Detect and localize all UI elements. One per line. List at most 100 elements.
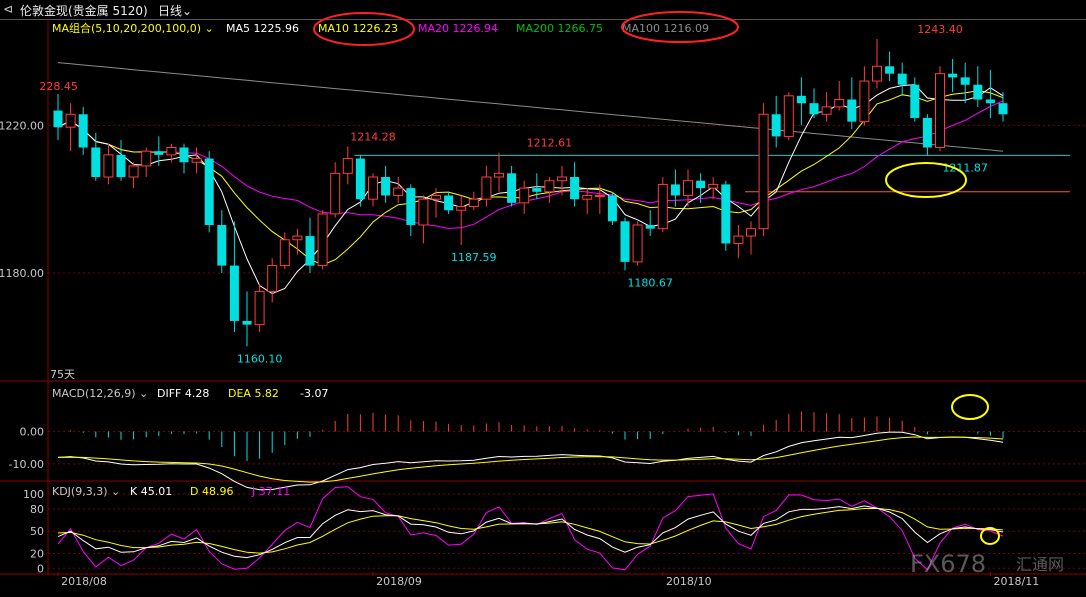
- kdj-k-line: [57, 505, 1004, 559]
- legend-ma100: MA100 1216.09: [622, 22, 709, 35]
- y-tick-label: 1180.00: [0, 267, 44, 280]
- candle-body-down: [116, 154, 126, 178]
- candle-body-up: [128, 165, 139, 178]
- candle-body-up: [141, 150, 152, 167]
- candle-body-down: [179, 147, 189, 163]
- candle-body-down: [998, 103, 1008, 115]
- candle-body-up: [456, 206, 467, 211]
- candle-body-up: [103, 154, 114, 178]
- candle-body-up: [368, 176, 378, 200]
- candle-body-down: [847, 99, 857, 122]
- candle-body-down: [670, 184, 680, 196]
- candle-body-down: [242, 320, 252, 325]
- price-label: 1211.87: [942, 161, 988, 174]
- candle-body-up: [632, 224, 643, 263]
- y-tick-label: -10.00: [9, 458, 44, 471]
- candle-body-down: [885, 66, 895, 74]
- candle-body-down: [507, 173, 517, 203]
- candle-body-up: [191, 158, 202, 163]
- candle-body-up: [859, 80, 870, 123]
- candle-body-down: [154, 151, 164, 155]
- candle-body-down: [204, 158, 214, 225]
- y-tick-label: 20: [30, 547, 44, 560]
- candle-body-up: [494, 172, 504, 178]
- x-tick-label: 2018/11: [994, 575, 1040, 588]
- watermark-sub: 汇通网: [1016, 555, 1064, 574]
- candle-body-up: [708, 183, 719, 189]
- candle-body-down: [645, 224, 655, 229]
- chart-svg[interactable]: 1220.00 1180.00 228.45 1160.10 1214.28 1187.5…: [0, 0, 1086, 597]
- candle-body-down: [897, 73, 907, 85]
- candle-body-up: [683, 180, 693, 196]
- candle-body-up: [834, 99, 845, 108]
- candle-body-up: [330, 172, 341, 215]
- candle-body-up: [267, 265, 278, 292]
- candle-body-down: [809, 103, 819, 115]
- candle-body-up: [582, 194, 593, 200]
- legend-ma10: MA10 1226.23: [318, 22, 398, 35]
- candle-body-down: [305, 236, 315, 266]
- y-tick-label: 80: [30, 503, 44, 516]
- y-tick-label: 1220.00: [0, 119, 44, 132]
- candle-body-down: [960, 77, 970, 85]
- candle-body-up: [758, 113, 769, 230]
- candle-body-down: [922, 117, 932, 148]
- x-tick-label: 2018/10: [666, 575, 712, 588]
- y-tick-label: 0.00: [20, 426, 45, 439]
- x-tick-label: 2018/09: [376, 575, 422, 588]
- candle-body-down: [570, 177, 580, 200]
- legend-ma5: MA5 1225.96: [226, 22, 299, 35]
- macd-diff-label: DIFF 4.28: [157, 387, 209, 400]
- candle-body-up: [519, 187, 530, 204]
- candle-body-up: [657, 183, 668, 230]
- candle-body-down: [406, 188, 416, 225]
- price-label: 1180.67: [627, 276, 673, 289]
- candle-body-up: [935, 73, 945, 148]
- price-label: 228.45: [39, 80, 78, 93]
- candle-body-up: [557, 176, 567, 182]
- candle-body-down: [229, 265, 239, 321]
- candle-body-down: [696, 180, 706, 189]
- kdj-title: KDJ(9,3,3) ⌄: [52, 485, 120, 498]
- kdj-k-label: K 45.01: [130, 485, 172, 498]
- candle-body-up: [342, 158, 353, 174]
- candle-body-up: [393, 187, 404, 196]
- price-label: 1160.10: [237, 352, 283, 365]
- candle-body-up: [733, 235, 744, 244]
- candle-body-down: [532, 188, 542, 192]
- candle-body-down: [620, 221, 630, 262]
- annotation-circle-kdj: [980, 527, 1000, 545]
- candle-body-down: [721, 184, 731, 244]
- kdj-j-line: [57, 486, 1004, 571]
- candle-body-down: [53, 110, 63, 128]
- x-tick-label: 2018/08: [61, 575, 107, 588]
- candle-body-down: [217, 224, 227, 266]
- legend-ma20: MA20 1226.94: [418, 22, 498, 35]
- macd-dea-label: DEA 5.82: [228, 387, 279, 400]
- candle-body-down: [771, 114, 781, 137]
- ma-combo-label: MA组合(5,10,20,200,100,0) ⌄: [52, 21, 214, 35]
- price-label: 1243.40: [917, 23, 963, 36]
- macd-title: MACD(12,26,9) ⌄: [52, 387, 148, 400]
- kdj-j-label: J 37.11: [251, 485, 290, 498]
- y-tick-label: 0: [37, 562, 44, 575]
- watermark-text: FX678: [910, 550, 986, 578]
- macd-value-label: -3.07: [300, 387, 328, 400]
- candle-body-up: [292, 235, 303, 241]
- period-count-label: 75天: [50, 368, 75, 381]
- candle-body-down: [355, 158, 365, 200]
- candle-body-up: [821, 106, 832, 115]
- candle-body-up: [746, 228, 756, 237]
- annotation-circle-macd: [951, 394, 989, 420]
- candle-body-up: [431, 194, 441, 200]
- candle-body-down: [796, 95, 806, 104]
- candle-body-up: [481, 176, 492, 200]
- price-label: 1212.61: [527, 137, 573, 150]
- price-label: 1214.28: [350, 130, 396, 143]
- candle-body-up: [317, 213, 328, 267]
- candle-body-down: [607, 195, 617, 222]
- candle-body-up: [544, 180, 555, 193]
- legend-ma200: MA200 1266.75: [516, 22, 603, 35]
- candle-body-down: [973, 84, 983, 100]
- candle-body-up: [279, 239, 290, 267]
